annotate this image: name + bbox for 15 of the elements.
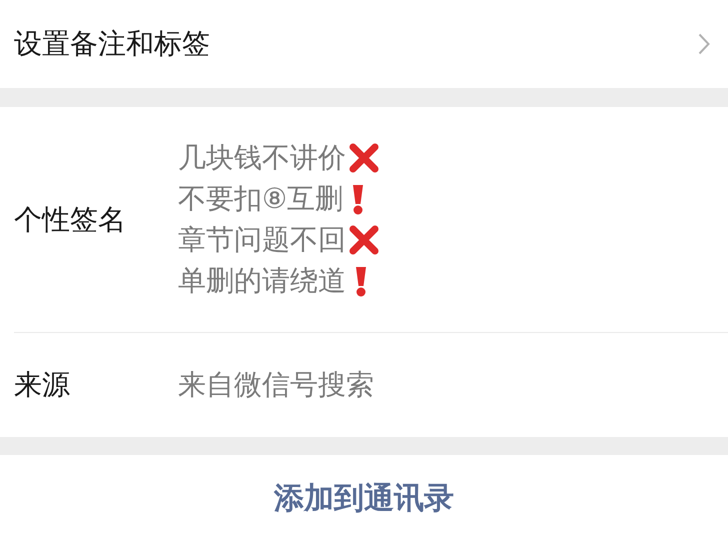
remark-row[interactable]: 设置备注和标签: [0, 0, 728, 88]
remark-label: 设置备注和标签: [14, 26, 210, 62]
source-value: 来自微信号搜索: [178, 367, 374, 403]
exclamation-icon: [351, 183, 366, 215]
signature-line: 章节问题不回: [178, 222, 346, 258]
source-label: 来源: [14, 367, 71, 403]
signature-label: 个性签名: [14, 202, 127, 238]
cross-icon: [348, 224, 380, 256]
chevron-right-icon: [698, 33, 710, 55]
exclamation-icon: [354, 265, 368, 297]
signature-line: 单删的请绕道: [178, 263, 346, 299]
cross-icon: [348, 142, 380, 174]
signature-line: 不要扣⑧互删: [178, 181, 344, 217]
add-contact-button[interactable]: 添加到通讯录: [0, 455, 728, 551]
signature-line: 几块钱不讲价: [178, 140, 346, 176]
